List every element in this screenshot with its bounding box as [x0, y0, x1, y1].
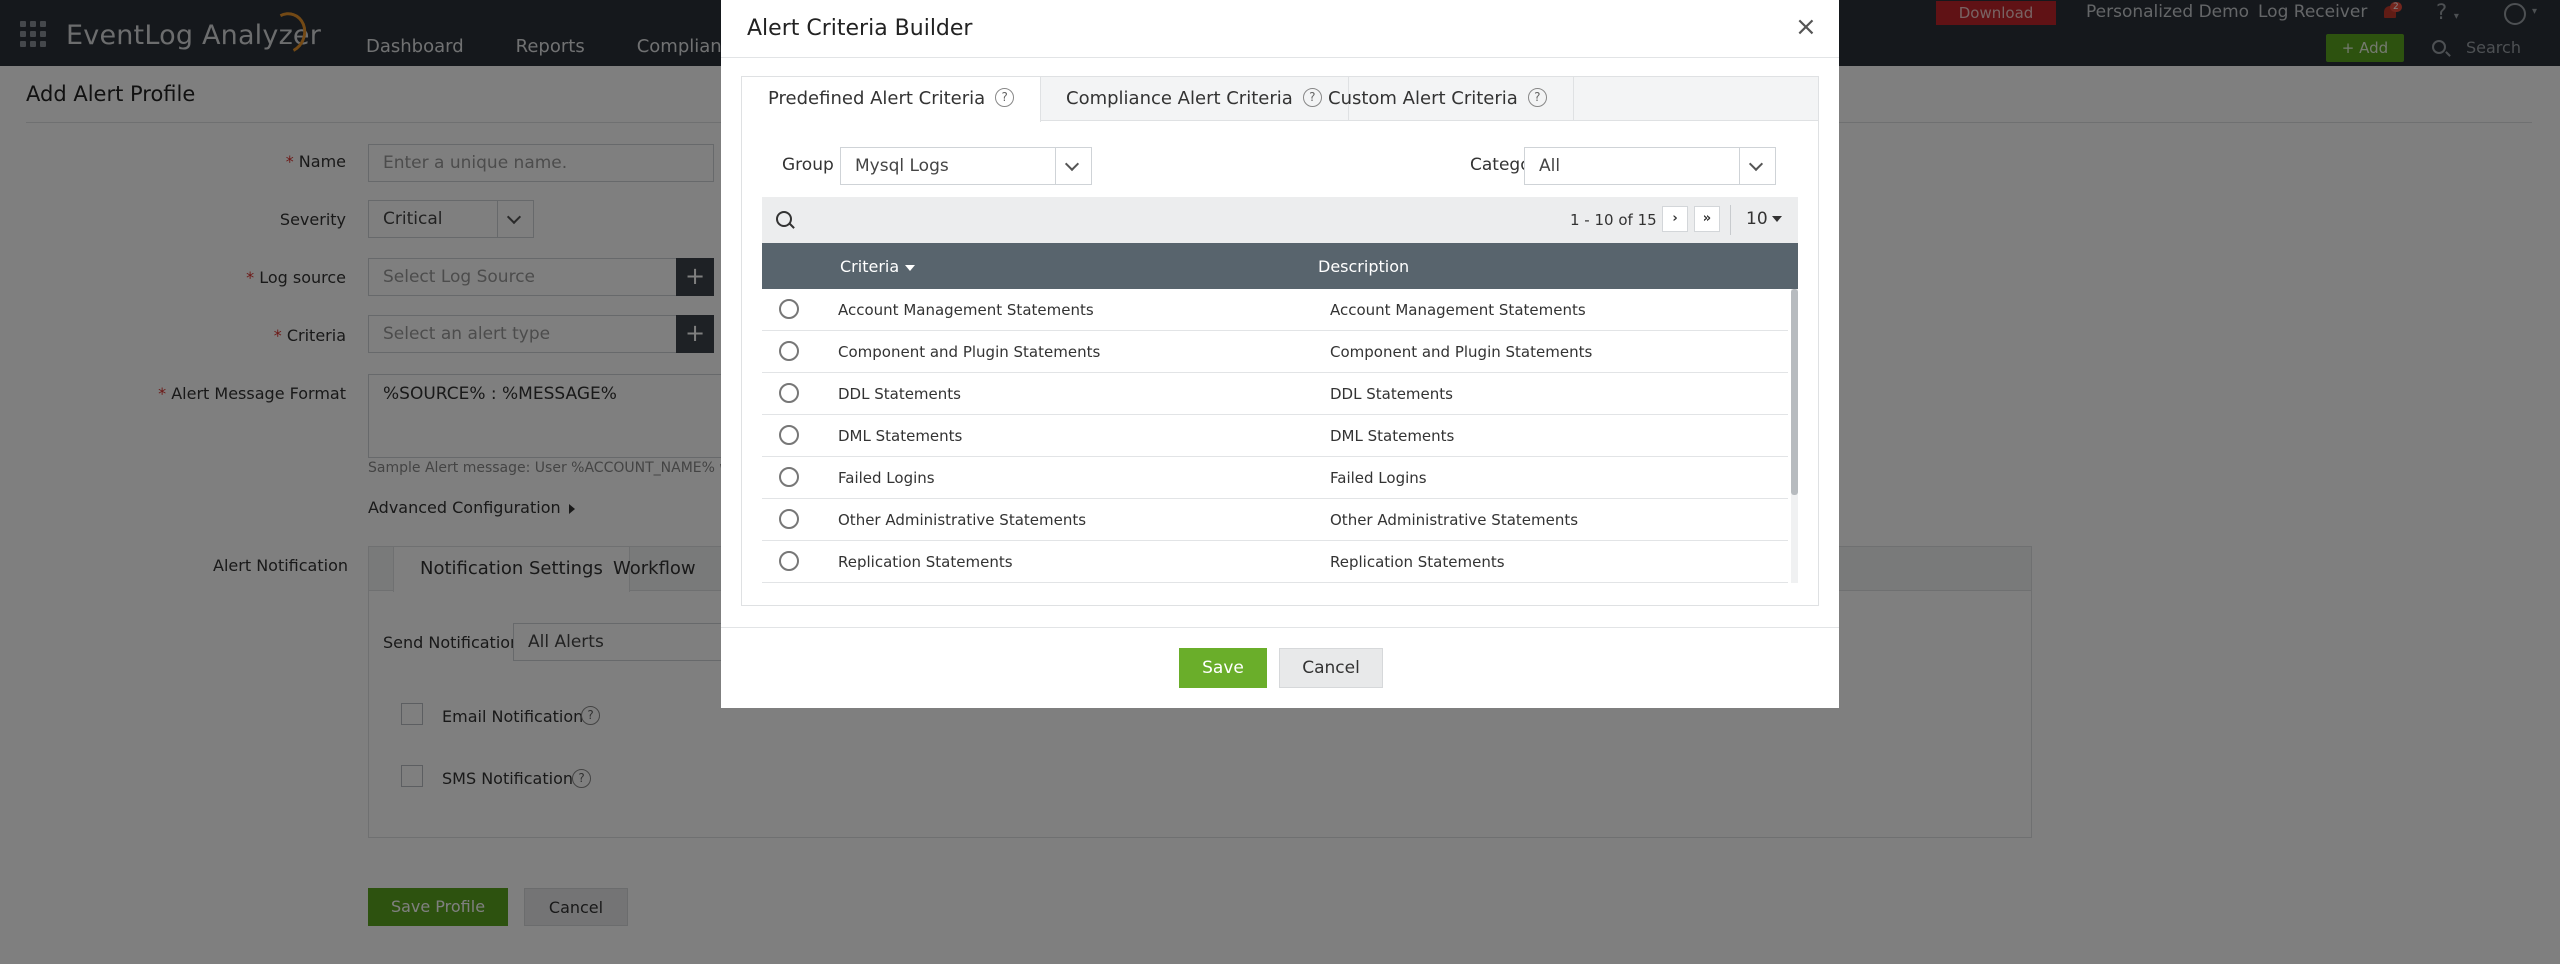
- predefined-help-icon[interactable]: ?: [995, 87, 1015, 107]
- search-icon[interactable]: [776, 211, 792, 227]
- criteria-cell: DDL Statements: [838, 385, 961, 403]
- save-button[interactable]: Save: [1179, 648, 1267, 688]
- table-row[interactable]: Replication Statements Replication State…: [762, 541, 1788, 583]
- criteria-table-body[interactable]: Account Management Statements Account Ma…: [762, 289, 1798, 583]
- per-page-select[interactable]: 10: [1746, 209, 1782, 229]
- criteria-cell: Component and Plugin Statements: [838, 343, 1101, 361]
- criteria-cell: Account Management Statements: [838, 301, 1094, 319]
- criteria-tabs: Predefined Alert Criteria? Compliance Al…: [742, 77, 1818, 122]
- page-info: 1 - 10 of 15: [1570, 211, 1657, 229]
- table-header: Criteria Description: [762, 243, 1798, 289]
- criteria-panel: Predefined Alert Criteria? Compliance Al…: [741, 76, 1819, 606]
- table-row[interactable]: Other Administrative Statements Other Ad…: [762, 499, 1788, 541]
- table-row[interactable]: Failed Logins Failed Logins: [762, 457, 1788, 499]
- criteria-cell: Failed Logins: [838, 469, 935, 487]
- sort-desc-icon: [905, 264, 916, 271]
- description-column-header[interactable]: Description: [1318, 257, 1409, 276]
- description-cell: DML Statements: [1330, 427, 1455, 445]
- table-row[interactable]: Account Management Statements Account Ma…: [762, 289, 1788, 331]
- description-cell: DDL Statements: [1330, 385, 1453, 403]
- criteria-cell: Replication Statements: [838, 553, 1013, 571]
- row-radio[interactable]: [779, 383, 799, 403]
- caret-down-icon: [1771, 216, 1782, 222]
- table-toolbar: 1 - 10 of 15 › » 10: [762, 197, 1798, 243]
- description-cell: Other Administrative Statements: [1330, 511, 1579, 529]
- description-cell: Failed Logins: [1330, 469, 1427, 487]
- alert-criteria-builder-dialog: Alert Criteria Builder × Predefined Aler…: [721, 0, 1839, 708]
- table-scrollbar[interactable]: [1791, 289, 1798, 583]
- scrollbar-thumb[interactable]: [1791, 289, 1798, 495]
- group-select[interactable]: Mysql Logs: [840, 147, 1092, 185]
- custom-help-icon[interactable]: ?: [1527, 87, 1547, 107]
- category-select[interactable]: All: [1524, 147, 1776, 185]
- row-radio[interactable]: [779, 509, 799, 529]
- table-row[interactable]: Component and Plugin Statements Componen…: [762, 331, 1788, 373]
- dialog-header-divider: [721, 57, 1839, 58]
- row-radio[interactable]: [779, 341, 799, 361]
- group-label: Group: [782, 155, 834, 175]
- pager-divider: [1730, 205, 1731, 235]
- close-icon[interactable]: ×: [1795, 12, 1817, 42]
- cancel-button[interactable]: Cancel: [1279, 648, 1383, 688]
- table-row[interactable]: DDL Statements DDL Statements: [762, 373, 1788, 415]
- description-cell: Account Management Statements: [1330, 301, 1586, 319]
- row-radio[interactable]: [779, 299, 799, 319]
- dialog-title: Alert Criteria Builder: [747, 16, 973, 41]
- tab-custom-criteria[interactable]: Custom Alert Criteria?: [1302, 77, 1574, 121]
- table-row[interactable]: DML Statements DML Statements: [762, 415, 1788, 457]
- row-radio[interactable]: [779, 425, 799, 445]
- description-cell: Replication Statements: [1330, 553, 1505, 571]
- row-radio[interactable]: [779, 551, 799, 571]
- next-page-button[interactable]: ›: [1662, 206, 1688, 232]
- description-cell: Component and Plugin Statements: [1330, 343, 1593, 361]
- last-page-button[interactable]: »: [1694, 206, 1720, 232]
- tab-predefined-criteria[interactable]: Predefined Alert Criteria?: [742, 77, 1042, 122]
- dialog-footer-divider: [721, 627, 1839, 628]
- criteria-cell: Other Administrative Statements: [838, 511, 1087, 529]
- criteria-cell: DML Statements: [838, 427, 963, 445]
- chevron-down-icon: [1748, 156, 1764, 172]
- criteria-column-header[interactable]: Criteria: [840, 257, 916, 276]
- row-radio[interactable]: [779, 467, 799, 487]
- chevron-down-icon: [1064, 156, 1080, 172]
